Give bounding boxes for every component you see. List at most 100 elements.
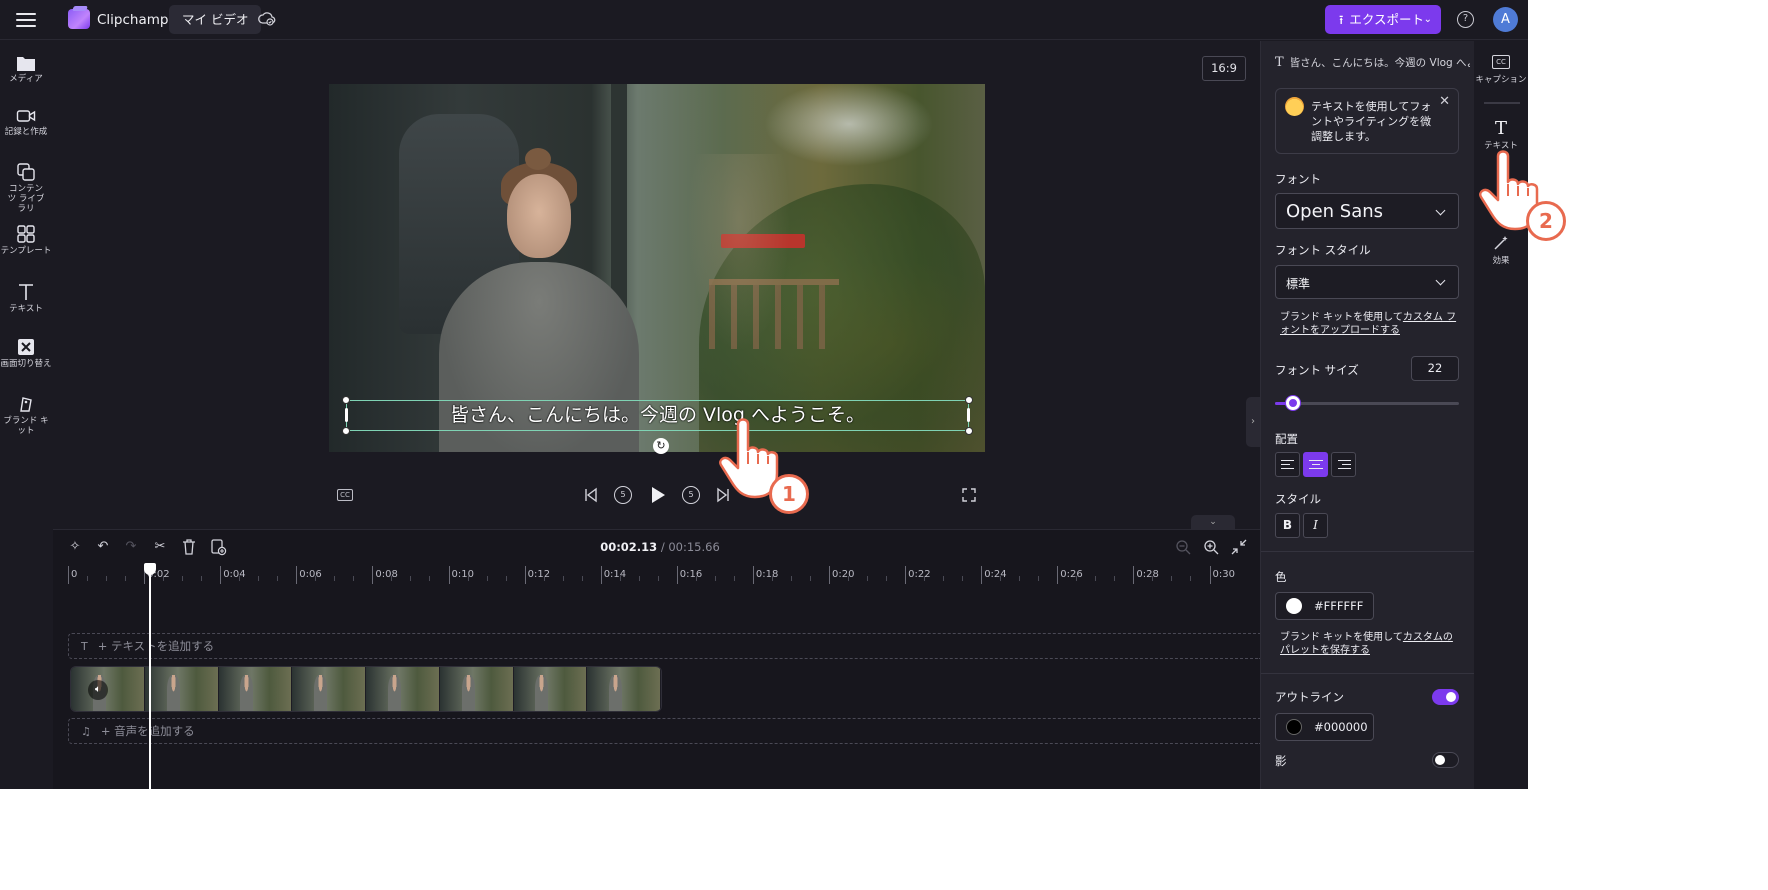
- ruler-minor-tick: [486, 576, 488, 581]
- fit-timeline-icon[interactable]: [1230, 538, 1248, 556]
- side-handle[interactable]: [967, 408, 970, 422]
- side-handle[interactable]: [345, 408, 348, 422]
- rail-item-label: キャプション: [1475, 75, 1527, 85]
- forward-5-icon[interactable]: 5: [682, 486, 700, 504]
- ruler-minor-tick: [201, 576, 203, 581]
- brand-palette-link[interactable]: ブランド キットを使用してカスタムのパレットを保存する: [1280, 631, 1460, 657]
- help-icon[interactable]: ?: [1457, 11, 1474, 28]
- menu-icon[interactable]: [16, 11, 36, 29]
- fullscreen-icon[interactable]: [962, 488, 976, 502]
- text-selection-box[interactable]: [342, 396, 973, 435]
- resize-handle[interactable]: [965, 427, 973, 435]
- current-time: 00:02.13: [600, 540, 658, 554]
- close-icon[interactable]: ✕: [1439, 94, 1450, 109]
- resize-handle[interactable]: [342, 427, 350, 435]
- outline-color-value: #000000: [1314, 720, 1368, 734]
- video-preview[interactable]: [329, 84, 985, 452]
- outline-toggle[interactable]: [1432, 689, 1459, 705]
- play-icon[interactable]: [650, 486, 666, 504]
- avatar[interactable]: A: [1493, 7, 1518, 32]
- ruler-minor-tick: [657, 576, 659, 581]
- font-style-select[interactable]: 標準: [1275, 265, 1459, 299]
- ruler-minor-tick: [353, 576, 355, 581]
- rail-item-text[interactable]: T テキスト: [1474, 119, 1528, 152]
- rail-item-effects[interactable]: 効果: [1474, 234, 1528, 266]
- sidebar-item-label: ブランド キット: [3, 416, 49, 436]
- playhead-handle[interactable]: [144, 563, 156, 575]
- rail-divider: [1484, 102, 1520, 104]
- italic-button[interactable]: I: [1303, 513, 1328, 538]
- forward-seconds: 5: [688, 490, 694, 499]
- font-value: Open Sans: [1286, 201, 1384, 222]
- aspect-ratio-button[interactable]: 16:9: [1202, 56, 1246, 81]
- export-button[interactable]: ⭱ エクスポート ⌄: [1325, 5, 1441, 34]
- align-right-button[interactable]: [1331, 452, 1356, 477]
- align-left-button[interactable]: [1275, 452, 1300, 477]
- add-media-icon[interactable]: [209, 538, 227, 556]
- rotate-icon[interactable]: ↻: [653, 438, 669, 454]
- emoji-icon: [1285, 97, 1304, 116]
- ruler-minor-tick: [867, 576, 869, 581]
- font-style-label: フォント スタイル: [1275, 243, 1371, 257]
- volume-icon[interactable]: 🔈︎: [88, 680, 108, 700]
- library-icon: [17, 163, 35, 181]
- collapse-preview-button[interactable]: ⌄: [1191, 515, 1235, 529]
- step-2-badge: 2: [1526, 201, 1566, 241]
- clip-frame: [587, 667, 661, 711]
- skip-to-start-icon[interactable]: [583, 486, 599, 504]
- shadow-toggle[interactable]: [1432, 752, 1459, 768]
- undo-icon[interactable]: ↶: [94, 538, 112, 556]
- sidebar-item-label: テキスト: [9, 304, 43, 314]
- face: [507, 174, 571, 258]
- font-size-slider[interactable]: [1275, 402, 1459, 405]
- split-icon[interactable]: ✂: [151, 538, 169, 556]
- color-label: 色: [1275, 570, 1287, 584]
- text-color-field[interactable]: #FFFFFF: [1275, 592, 1374, 620]
- slider-handle[interactable]: [1286, 396, 1301, 410]
- magic-edit-icon[interactable]: ✧: [66, 538, 84, 556]
- align-center-button[interactable]: [1303, 452, 1328, 477]
- font-size-input[interactable]: 22: [1411, 356, 1459, 381]
- my-video-button[interactable]: マイ ビデオ: [169, 5, 262, 34]
- delete-icon[interactable]: [180, 538, 198, 556]
- cloud-sync-icon[interactable]: [258, 10, 276, 28]
- sidebar-item-text[interactable]: テキスト: [0, 282, 52, 314]
- ruler-label: 0:26: [1060, 569, 1083, 580]
- left-sidebar: メディア 記録と作成 コンテンツ ライブラリ テンプレート テキスト 画面切り替…: [0, 41, 52, 789]
- text-icon: T: [81, 640, 88, 653]
- captions-icon: CC: [1492, 55, 1510, 69]
- ruler-minor-tick: [1038, 576, 1040, 581]
- window-reflection: [679, 154, 799, 374]
- transition-icon: [18, 339, 34, 355]
- video-clip[interactable]: [70, 666, 662, 712]
- rewind-5-icon[interactable]: 5: [614, 486, 632, 504]
- captions-toggle-icon[interactable]: CC: [337, 489, 353, 501]
- playhead[interactable]: [149, 566, 151, 789]
- bold-button[interactable]: B: [1275, 513, 1300, 538]
- rail-item-captions[interactable]: CC キャプション: [1474, 55, 1528, 85]
- add-audio-track[interactable]: ♫ + 音声を追加する: [68, 718, 1260, 744]
- sidebar-item-brand-kit[interactable]: ブランド キット: [0, 394, 52, 436]
- sidebar-item-record[interactable]: 記録と作成: [0, 107, 52, 137]
- zoom-out-icon[interactable]: [1174, 538, 1192, 556]
- ruler-label: 0:10: [451, 569, 474, 580]
- ruler-minor-tick: [886, 576, 888, 581]
- add-text-track[interactable]: T + テキストを追加する: [68, 633, 1260, 659]
- ruler-label: 0:16: [679, 569, 703, 580]
- resize-handle[interactable]: [965, 396, 973, 404]
- zoom-in-icon[interactable]: [1202, 538, 1220, 556]
- sidebar-item-media[interactable]: メディア: [0, 54, 52, 84]
- outline-color-field[interactable]: #000000: [1275, 713, 1374, 741]
- sidebar-item-content-library[interactable]: コンテンツ ライブラリ: [0, 162, 52, 214]
- total-time: / 00:15.66: [660, 540, 720, 554]
- font-select[interactable]: Open Sans: [1275, 193, 1459, 229]
- redo-icon[interactable]: ↷: [122, 538, 140, 556]
- resize-handle[interactable]: [342, 396, 350, 404]
- ruler-minor-tick: [790, 576, 792, 581]
- color-swatch: [1286, 719, 1302, 735]
- brand-font-link[interactable]: ブランド キットを使用してカスタム フォントをアップロードする: [1280, 311, 1460, 337]
- timeline-ruler[interactable]: 0 0:02 0:04 0:06 0:08 0:10 0:12 0:14 0:16 0:18 0:2…: [68, 566, 1258, 584]
- sidebar-item-transitions[interactable]: 画面切り替え: [0, 337, 52, 369]
- sidebar-item-templates[interactable]: テンプレート: [0, 224, 52, 256]
- collapse-right-panel-button[interactable]: ›: [1246, 397, 1260, 447]
